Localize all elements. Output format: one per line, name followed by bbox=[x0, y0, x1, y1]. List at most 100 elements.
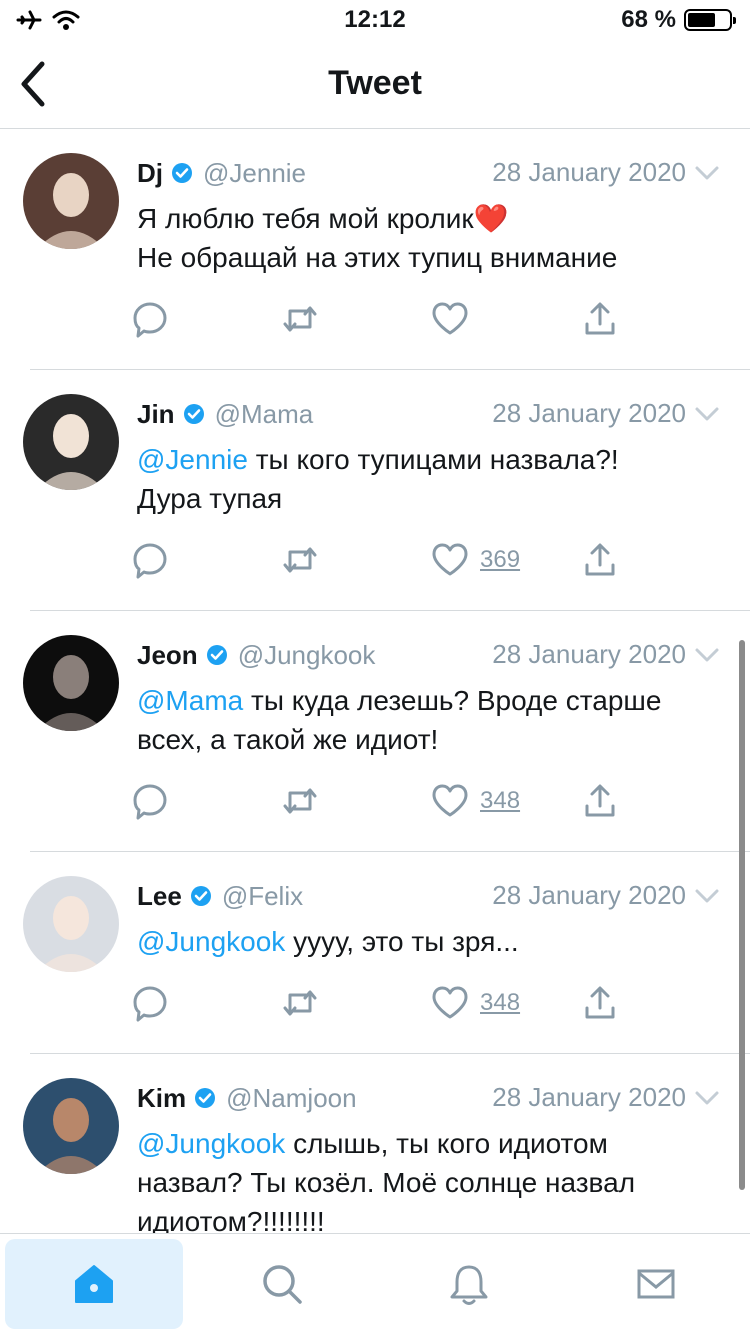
avatar-dj[interactable] bbox=[23, 153, 119, 249]
chevron-down-icon[interactable] bbox=[694, 884, 720, 908]
avatar-jeon[interactable] bbox=[23, 635, 119, 731]
tweet-text: @Jennie ты кого тупицами назвала?! Дура т… bbox=[137, 440, 720, 518]
retweet-button[interactable] bbox=[280, 299, 320, 339]
tweet-thread[interactable]: Dj @Jennie 28 January 2020 Я люблю тебя мой… bbox=[0, 129, 750, 1233]
retweet-icon bbox=[283, 990, 317, 1016]
tweet-date: 28 January 2020 bbox=[492, 639, 686, 669]
search-icon bbox=[263, 1265, 302, 1304]
verified-badge-icon bbox=[183, 404, 204, 424]
tab-notifications[interactable] bbox=[380, 1239, 558, 1329]
avatar-kim[interactable] bbox=[23, 1078, 119, 1174]
reply-icon bbox=[133, 302, 167, 338]
tweet[interactable]: Jin @Mama 28 January 2020 @Jennie ты кого т… bbox=[23, 370, 750, 611]
battery-percent: 68 % bbox=[621, 6, 676, 33]
reply-icon bbox=[133, 986, 167, 1022]
like-icon bbox=[432, 986, 468, 1019]
avatar-lee[interactable] bbox=[23, 876, 119, 972]
scrollbar[interactable] bbox=[739, 640, 745, 1190]
reply-button[interactable] bbox=[130, 983, 170, 1023]
like-count[interactable]: 369 bbox=[480, 546, 520, 574]
notifications-icon bbox=[450, 1265, 488, 1305]
tweet-date: 28 January 2020 bbox=[492, 1082, 686, 1112]
like-button[interactable]: 348 bbox=[430, 781, 520, 821]
reply-icon bbox=[133, 784, 167, 820]
tweet-date: 28 January 2020 bbox=[492, 157, 686, 187]
tweet-text-line: уууу, это ты зря... bbox=[285, 926, 519, 957]
tweet-author-name[interactable]: Jin bbox=[137, 399, 175, 430]
reply-button[interactable] bbox=[130, 781, 170, 821]
share-button[interactable] bbox=[580, 983, 620, 1023]
like-icon bbox=[432, 543, 468, 576]
reply-button[interactable] bbox=[130, 299, 170, 339]
tweet[interactable]: Dj @Jennie 28 January 2020 Я люблю тебя мой… bbox=[23, 129, 750, 370]
tweet-actions bbox=[130, 277, 720, 369]
retweet-button[interactable] bbox=[280, 540, 320, 580]
tweet-author-name[interactable]: Kim bbox=[137, 1083, 186, 1114]
tab-messages[interactable] bbox=[567, 1239, 745, 1329]
tweet-text: Я люблю тебя мой кролик❤️ Не обращай на э… bbox=[137, 199, 720, 277]
tweet-text: @Jungkook уууу, это ты зря... bbox=[137, 922, 720, 961]
tweet-author-handle[interactable]: @Felix bbox=[222, 881, 303, 912]
home-icon bbox=[75, 1265, 113, 1303]
mention-link[interactable]: @Mama bbox=[137, 685, 243, 716]
verified-badge-icon bbox=[206, 645, 227, 665]
verified-badge-icon bbox=[172, 163, 192, 183]
tab-home[interactable] bbox=[5, 1239, 183, 1329]
tweet[interactable]: Jeon @Jungkook 28 January 2020 @Mama ты куд… bbox=[23, 611, 750, 852]
tweet-actions: 348 bbox=[130, 961, 720, 1053]
retweet-button[interactable] bbox=[280, 983, 320, 1023]
reply-icon bbox=[133, 543, 167, 579]
tweet-text-line: ты кого тупицами назвала?! bbox=[247, 444, 619, 475]
share-icon bbox=[585, 784, 615, 817]
tweet-text-line: Дура тупая bbox=[137, 483, 283, 514]
tweet[interactable]: Lee @Felix 28 January 2020 @Jungkook уууу, … bbox=[23, 852, 750, 1054]
like-icon bbox=[432, 302, 468, 335]
retweet-icon bbox=[283, 788, 317, 814]
like-button[interactable]: 369 bbox=[430, 540, 520, 580]
mention-link[interactable]: @Jennie bbox=[137, 444, 248, 475]
nav-bar: Tweet bbox=[0, 40, 750, 129]
battery-icon bbox=[684, 9, 736, 31]
retweet-icon bbox=[283, 547, 317, 573]
mention-link[interactable]: @Jungkook bbox=[137, 926, 285, 957]
share-button[interactable] bbox=[580, 540, 620, 580]
tweet-date: 28 January 2020 bbox=[492, 398, 686, 428]
tab-search[interactable] bbox=[193, 1239, 371, 1329]
page-title: Tweet bbox=[328, 64, 422, 102]
share-button[interactable] bbox=[580, 299, 620, 339]
reply-button[interactable] bbox=[130, 540, 170, 580]
tweet-author-name[interactable]: Jeon bbox=[137, 640, 198, 671]
like-icon bbox=[432, 784, 468, 817]
retweet-icon bbox=[283, 306, 317, 332]
tweet-actions: 369 bbox=[130, 518, 720, 610]
tweet-text-line: Я люблю тебя мой кролик❤️ bbox=[137, 203, 509, 234]
share-icon bbox=[585, 986, 615, 1019]
share-icon bbox=[585, 543, 615, 576]
chevron-down-icon[interactable] bbox=[694, 402, 720, 426]
chevron-down-icon[interactable] bbox=[694, 161, 720, 185]
like-count[interactable]: 348 bbox=[480, 787, 520, 815]
retweet-button[interactable] bbox=[280, 781, 320, 821]
tweet-author-handle[interactable]: @Mama bbox=[215, 399, 314, 430]
battery-level bbox=[688, 13, 716, 27]
verified-badge-icon bbox=[190, 886, 211, 906]
mention-link[interactable]: @Jungkook bbox=[137, 1128, 285, 1159]
avatar-jin[interactable] bbox=[23, 394, 119, 490]
chevron-down-icon[interactable] bbox=[694, 1086, 720, 1110]
tweet-text: @Mama ты куда лезешь? Вроде старше всех,… bbox=[137, 681, 720, 759]
status-bar: 12:12 68 % bbox=[0, 0, 750, 40]
tab-bar bbox=[0, 1233, 750, 1335]
verified-badge-icon bbox=[195, 1088, 216, 1108]
like-count[interactable]: 348 bbox=[480, 989, 520, 1017]
tweet-author-handle[interactable]: @Jennie bbox=[203, 158, 306, 189]
like-button[interactable]: 348 bbox=[430, 983, 520, 1023]
tweet[interactable]: Kim @Namjoon 28 January 2020 @Jungkook слыш… bbox=[23, 1054, 750, 1233]
tweet-author-name[interactable]: Lee bbox=[137, 881, 182, 912]
share-button[interactable] bbox=[580, 781, 620, 821]
chevron-down-icon[interactable] bbox=[694, 643, 720, 667]
tweet-text: @Jungkook слышь, ты кого идиотом назвал?… bbox=[137, 1124, 720, 1233]
like-button[interactable] bbox=[430, 299, 470, 339]
tweet-author-handle[interactable]: @Namjoon bbox=[226, 1083, 356, 1114]
tweet-author-handle[interactable]: @Jungkook bbox=[238, 640, 376, 671]
tweet-author-name[interactable]: Dj bbox=[137, 158, 163, 189]
